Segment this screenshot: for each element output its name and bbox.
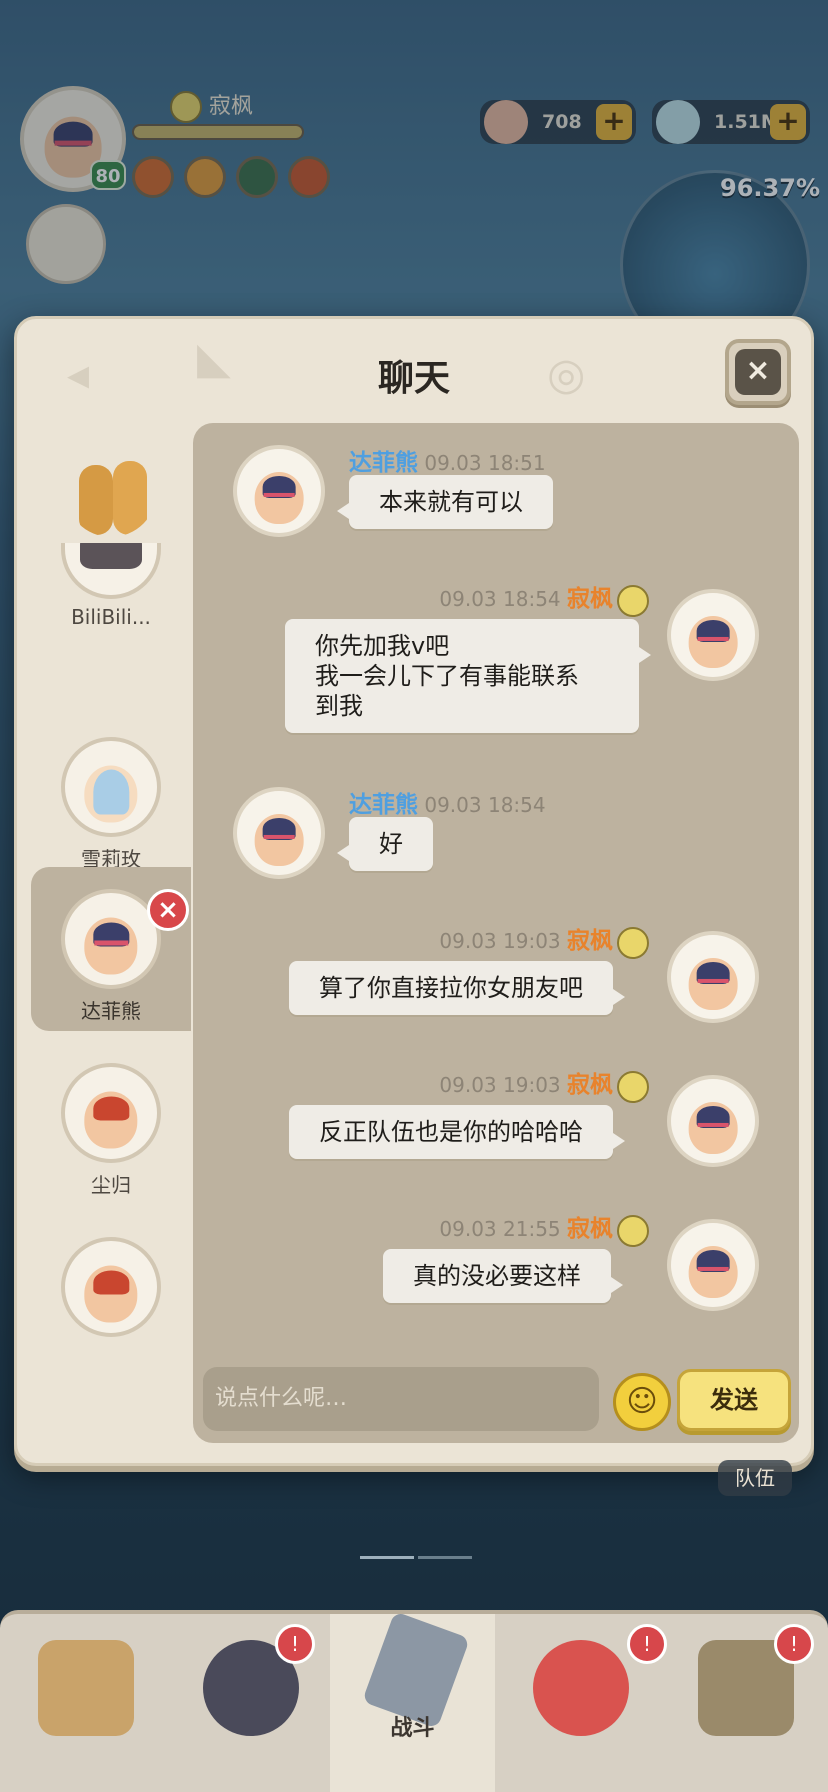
- sender-avatar[interactable]: [233, 445, 325, 537]
- bottom-nav: ! 战斗 ! !: [0, 1610, 828, 1792]
- smile-icon: [617, 926, 649, 959]
- contact-list[interactable]: 队伍频道 BiliBili... 雪莉玫 × 达菲熊 尘归: [17, 419, 195, 1399]
- notification-bell-icon: !: [275, 1624, 315, 1664]
- message-header: 达菲熊 09.03 18:54: [349, 792, 546, 818]
- nav-tab-pets[interactable]: !: [495, 1614, 667, 1792]
- message-header: 09.03 21:55 寂枫: [439, 1209, 649, 1247]
- contact-item[interactable]: 雪莉玫: [31, 715, 191, 879]
- close-button[interactable]: ×: [725, 339, 791, 405]
- nav-tab-character[interactable]: [0, 1614, 165, 1792]
- message-bubble: 反正队伍也是你的哈哈哈: [289, 1105, 625, 1159]
- team-button[interactable]: 队伍: [718, 1460, 792, 1496]
- pet-icon: [533, 1640, 629, 1736]
- message-bubble: 本来就有可以: [337, 475, 553, 529]
- smile-icon: [617, 584, 649, 617]
- sender-avatar[interactable]: [233, 787, 325, 879]
- nav-tab-tribe[interactable]: !: [660, 1614, 825, 1792]
- emoji-button[interactable]: ☺: [613, 1373, 671, 1431]
- sender-avatar[interactable]: [667, 931, 759, 1023]
- remove-contact-button[interactable]: ×: [147, 889, 189, 931]
- dialog-title: 聊天: [377, 358, 450, 399]
- message-header: 09.03 19:03 寂枫: [439, 1065, 649, 1103]
- chat-panel: 达菲熊 09.03 18:51 本来就有可以 09.03 18:54 寂枫 你先…: [193, 423, 799, 1443]
- smile-icon: [617, 1214, 649, 1247]
- contact-avatar: [61, 737, 161, 837]
- chat-input[interactable]: 说点什么呢…: [203, 1367, 599, 1431]
- sender-avatar[interactable]: [667, 1075, 759, 1167]
- nav-tab-battle[interactable]: 战斗: [330, 1611, 495, 1792]
- sender-avatar[interactable]: [667, 589, 759, 681]
- message-header: 达菲熊 09.03 18:51: [349, 450, 546, 476]
- message-header: 09.03 19:03 寂枫: [439, 921, 649, 959]
- contact-item[interactable]: [31, 1215, 191, 1379]
- chat-dialog: ◂ ◣ ◎ 聊天 × 队伍频道 BiliBili... 雪莉玫 × 达菲熊: [14, 316, 814, 1466]
- contact-item-selected[interactable]: × 达菲熊: [31, 867, 191, 1031]
- team-channel-icon: [61, 441, 161, 541]
- contact-item[interactable]: 尘归: [31, 1041, 191, 1205]
- contact-avatar: [61, 889, 161, 989]
- send-button[interactable]: 发送: [677, 1369, 791, 1431]
- contact-avatar: [61, 1063, 161, 1163]
- smile-icon: [617, 1070, 649, 1103]
- message-bubble: 真的没必要这样: [383, 1249, 623, 1303]
- contact-avatar: [61, 1237, 161, 1337]
- contact-avatar: [61, 543, 161, 599]
- nav-tab-heroes[interactable]: !: [165, 1614, 330, 1792]
- page-indicator-active: [360, 1556, 414, 1559]
- message-bubble: 好: [337, 817, 433, 871]
- caveman-icon: [38, 1640, 134, 1736]
- message-bubble: 你先加我v吧 我一会儿下了有事能联系 到我: [285, 619, 651, 733]
- close-icon: ×: [735, 349, 781, 395]
- contact-item[interactable]: BiliBili...: [31, 543, 191, 693]
- message-bubble: 算了你直接拉你女朋友吧: [289, 961, 625, 1015]
- page-indicator: [418, 1556, 472, 1559]
- message-header: 09.03 18:54 寂枫: [439, 579, 649, 617]
- notification-bell-icon: !: [774, 1624, 814, 1664]
- sender-avatar[interactable]: [667, 1219, 759, 1311]
